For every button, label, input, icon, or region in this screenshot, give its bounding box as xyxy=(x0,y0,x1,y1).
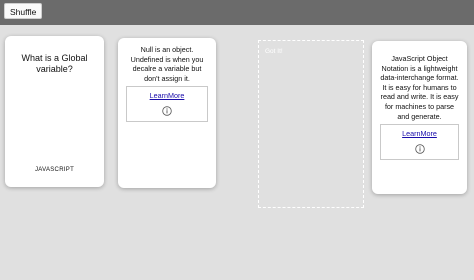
learn-more-link[interactable]: LearnMore xyxy=(127,91,207,100)
flashcard-answer-null[interactable]: Null is an object. Undefined is when you… xyxy=(118,38,216,188)
flashcard-question[interactable]: What is a Global variable? JAVASCRIPT xyxy=(5,36,104,187)
learn-more-panel: LearnMore xyxy=(380,124,459,161)
top-bar: Shuffle xyxy=(0,0,474,25)
drop-zone-label: Got It! xyxy=(265,48,283,55)
info-icon[interactable] xyxy=(162,103,172,117)
learn-more-link[interactable]: LearnMore xyxy=(381,129,458,138)
flashcard-answer-json[interactable]: JavaScript Object Notation is a lightwei… xyxy=(372,41,467,194)
card-category-label: JAVASCRIPT xyxy=(34,167,75,173)
learn-more-panel: LearnMore xyxy=(126,86,208,123)
card-answer-text: Null is an object. Undefined is when you… xyxy=(130,45,204,83)
card-question-text: What is a Global variable? xyxy=(21,53,88,74)
info-icon[interactable] xyxy=(414,141,425,154)
card-answer-text: JavaScript Object Notation is a lightwei… xyxy=(380,54,459,121)
shuffle-button[interactable]: Shuffle xyxy=(4,3,43,19)
got-it-drop-zone[interactable]: Got It! xyxy=(258,40,364,208)
